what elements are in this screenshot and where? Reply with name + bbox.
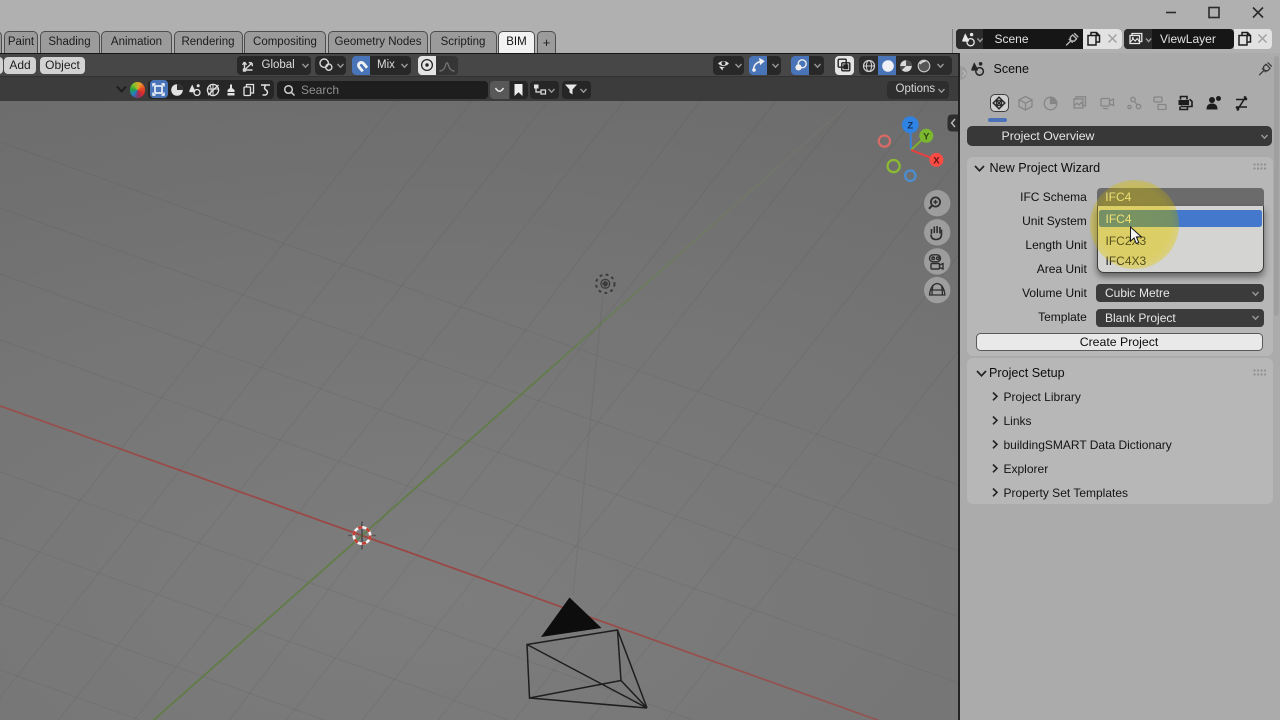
svg-text:X: X — [933, 155, 940, 166]
svg-text:Z: Z — [907, 120, 913, 131]
svg-text:Y: Y — [923, 131, 930, 142]
